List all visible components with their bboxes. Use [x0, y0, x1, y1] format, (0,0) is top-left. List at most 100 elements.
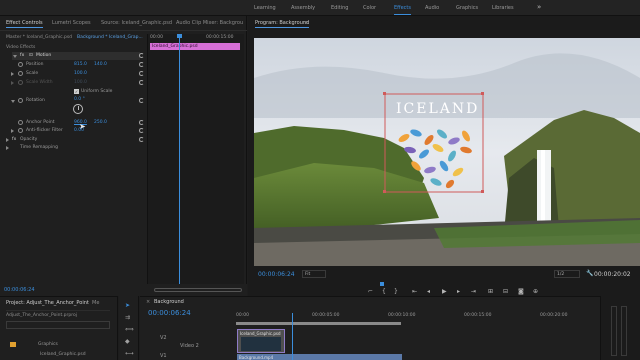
tab-audio-clip-mixer[interactable]: Audio Clip Mixer: Backgrou [176, 20, 243, 26]
insert-icon[interactable]: ⊞ [488, 288, 493, 295]
mark-in-icon[interactable]: ⌐ [368, 288, 373, 295]
time-remap-expand-icon[interactable] [6, 146, 9, 150]
project-search-input[interactable] [6, 321, 110, 329]
step-back-icon[interactable]: ◂ [427, 288, 430, 295]
motion-transform-icon[interactable]: ⊡ [29, 53, 33, 58]
opacity-reset-icon[interactable] [139, 137, 144, 142]
program-timecode[interactable]: 00:00:06:24 [258, 271, 295, 278]
ec-current-time[interactable]: 00:00:06:24 [4, 287, 35, 293]
razor-tool-icon[interactable]: ◆ [125, 338, 130, 345]
program-monitor-panel: Program: Background ≡ ICELAND 00:00:06:2… [248, 16, 640, 296]
workspace-libraries[interactable]: Libraries [492, 5, 514, 11]
monitor-scrub-bar[interactable] [248, 282, 640, 286]
scale-reset-icon[interactable] [139, 71, 144, 76]
workspace-learning[interactable]: Learning [254, 5, 276, 11]
track-select-tool-icon[interactable]: ⇉ [125, 314, 130, 321]
work-area-bar[interactable] [236, 322, 401, 325]
clip-iceland-graphic[interactable]: Iceland_Graphic.psd [237, 329, 285, 353]
effect-controls-timeline[interactable]: 00:00 00:00:15:00 Iceland_Graphic.psd [147, 34, 244, 292]
scale-value[interactable]: 100.0 [74, 71, 87, 76]
workspace-effects[interactable]: Effects [394, 5, 411, 15]
export-frame-icon[interactable]: ◙ [518, 288, 524, 295]
mark-clip-icon[interactable]: } [394, 288, 398, 295]
master-clip-label[interactable]: Master * Iceland_Graphic.psd [6, 35, 72, 40]
clip-background[interactable]: Background.mp4 [237, 354, 402, 360]
workspace-color[interactable]: Color [363, 5, 376, 11]
track-v1-label[interactable]: V1 [160, 353, 167, 359]
project-item-iceland-graphic[interactable]: Iceland_Graphic.psd [40, 352, 86, 357]
zoom-fit-select[interactable]: Fit [302, 270, 326, 278]
scale-expand-icon[interactable] [11, 72, 14, 76]
clip-iceland-graphic-label: Iceland_Graphic.psd [240, 331, 281, 336]
anchor-point-reset-icon[interactable] [139, 120, 144, 125]
step-forward-icon[interactable]: ▸ [457, 288, 460, 295]
tab-lumetri-scopes[interactable]: Lumetri Scopes [52, 20, 91, 26]
opacity-expand-icon[interactable] [6, 138, 9, 142]
opacity-row[interactable]: fx Opacity [0, 136, 146, 144]
rotation-value[interactable]: 0.0 ° [74, 97, 85, 102]
selection-tool-icon[interactable]: ➤ [125, 302, 130, 309]
wrench-icon[interactable]: 🔧 [586, 270, 593, 277]
rotation-stopwatch-icon[interactable] [18, 98, 23, 103]
rotation-dial-icon[interactable] [73, 104, 83, 114]
workspace-audio[interactable]: Audio [425, 5, 439, 11]
go-to-out-icon[interactable]: ⇥ [471, 288, 476, 295]
tab-media-browser[interactable]: Me [92, 300, 99, 306]
more-workspaces-icon[interactable]: » [537, 3, 541, 11]
workspace-editing[interactable]: Editing [331, 5, 348, 11]
tab-project[interactable]: Project: Adjust_The_Anchor_Point [6, 300, 89, 306]
audio-meter-right [621, 306, 627, 356]
panel-menu-icon[interactable]: ≡ [304, 20, 308, 26]
tab-source[interactable]: Source: Iceland_Graphic.psd [101, 20, 172, 26]
timeline-tab[interactable]: Background [154, 299, 184, 305]
motion-row[interactable]: fx ⊡ Motion [12, 52, 140, 60]
scale-stopwatch-icon[interactable] [18, 71, 23, 76]
tab-effect-controls[interactable]: Effect Controls [6, 20, 43, 28]
ec-playhead[interactable] [179, 34, 180, 290]
scale-width-stopwatch-icon[interactable] [18, 80, 23, 85]
ec-clip-bar[interactable]: Iceland_Graphic.psd [150, 43, 240, 50]
playback-resolution-select[interactable]: 1/2 [554, 270, 580, 278]
uniform-scale-checkbox[interactable]: ✓ [74, 89, 79, 94]
position-reset-icon[interactable] [139, 62, 144, 67]
workspace-graphics[interactable]: Graphics [456, 5, 478, 11]
slip-tool-icon[interactable]: ⟷ [125, 350, 134, 357]
overwrite-icon[interactable]: ⊟ [503, 288, 508, 295]
timeline-close-icon[interactable]: × [146, 299, 150, 305]
anti-flicker-value[interactable]: 0.00 [74, 128, 84, 133]
scale-width-expand-icon[interactable] [11, 81, 14, 85]
play-icon[interactable]: ▶ [442, 288, 447, 295]
anchor-point-y-value[interactable]: 250.0 [94, 120, 107, 125]
sequence-duration: 00:00:20:02 [594, 271, 631, 278]
ec-playhead-handle[interactable] [177, 34, 182, 38]
rotation-reset-icon[interactable] [139, 98, 144, 103]
go-to-in-icon[interactable]: ⇤ [412, 288, 417, 295]
anti-flicker-expand-icon[interactable] [11, 129, 14, 133]
anti-flicker-reset-icon[interactable] [139, 128, 144, 133]
anchor-point-stopwatch-icon[interactable] [18, 120, 23, 125]
position-x-value[interactable]: 815.0 [74, 62, 87, 67]
time-remapping-row[interactable]: Time Remapping [0, 144, 146, 152]
ripple-edit-tool-icon[interactable]: ⟺ [125, 326, 134, 333]
bin-graphics[interactable]: Graphics [38, 342, 58, 347]
position-y-value[interactable]: 140.0 [94, 62, 107, 67]
expand-triangle-icon[interactable] [13, 55, 17, 58]
track-v2-label[interactable]: V2 [160, 335, 167, 341]
timeline-timecode[interactable]: 00:00:06:24 [148, 309, 191, 317]
ec-timeline-ruler[interactable]: 00:00 00:00:15:00 [148, 34, 245, 42]
ec-zoom-scrollbar[interactable] [154, 288, 242, 292]
motion-reset-icon[interactable] [139, 53, 144, 58]
mark-out-icon[interactable]: { [382, 288, 386, 295]
monitor-playhead[interactable] [380, 282, 384, 286]
timeline-ruler[interactable]: 00:00 00:00:05:00 00:00:10:00 00:00:15:0… [236, 313, 600, 321]
position-stopwatch-icon[interactable] [18, 62, 23, 67]
program-monitor-title[interactable]: Program: Background [255, 20, 310, 28]
workspace-assembly[interactable]: Assembly [291, 5, 315, 11]
video-viewer[interactable]: ICELAND [254, 38, 640, 266]
rotation-expand-icon[interactable] [11, 100, 15, 103]
scale-width-reset-icon[interactable] [139, 80, 144, 85]
anti-flicker-stopwatch-icon[interactable] [18, 128, 23, 133]
button-editor-icon[interactable]: ⊕ [533, 288, 538, 295]
sequence-clip-label[interactable]: Background * Iceland_Grap... [77, 35, 143, 40]
timeline-playhead[interactable] [292, 313, 293, 360]
